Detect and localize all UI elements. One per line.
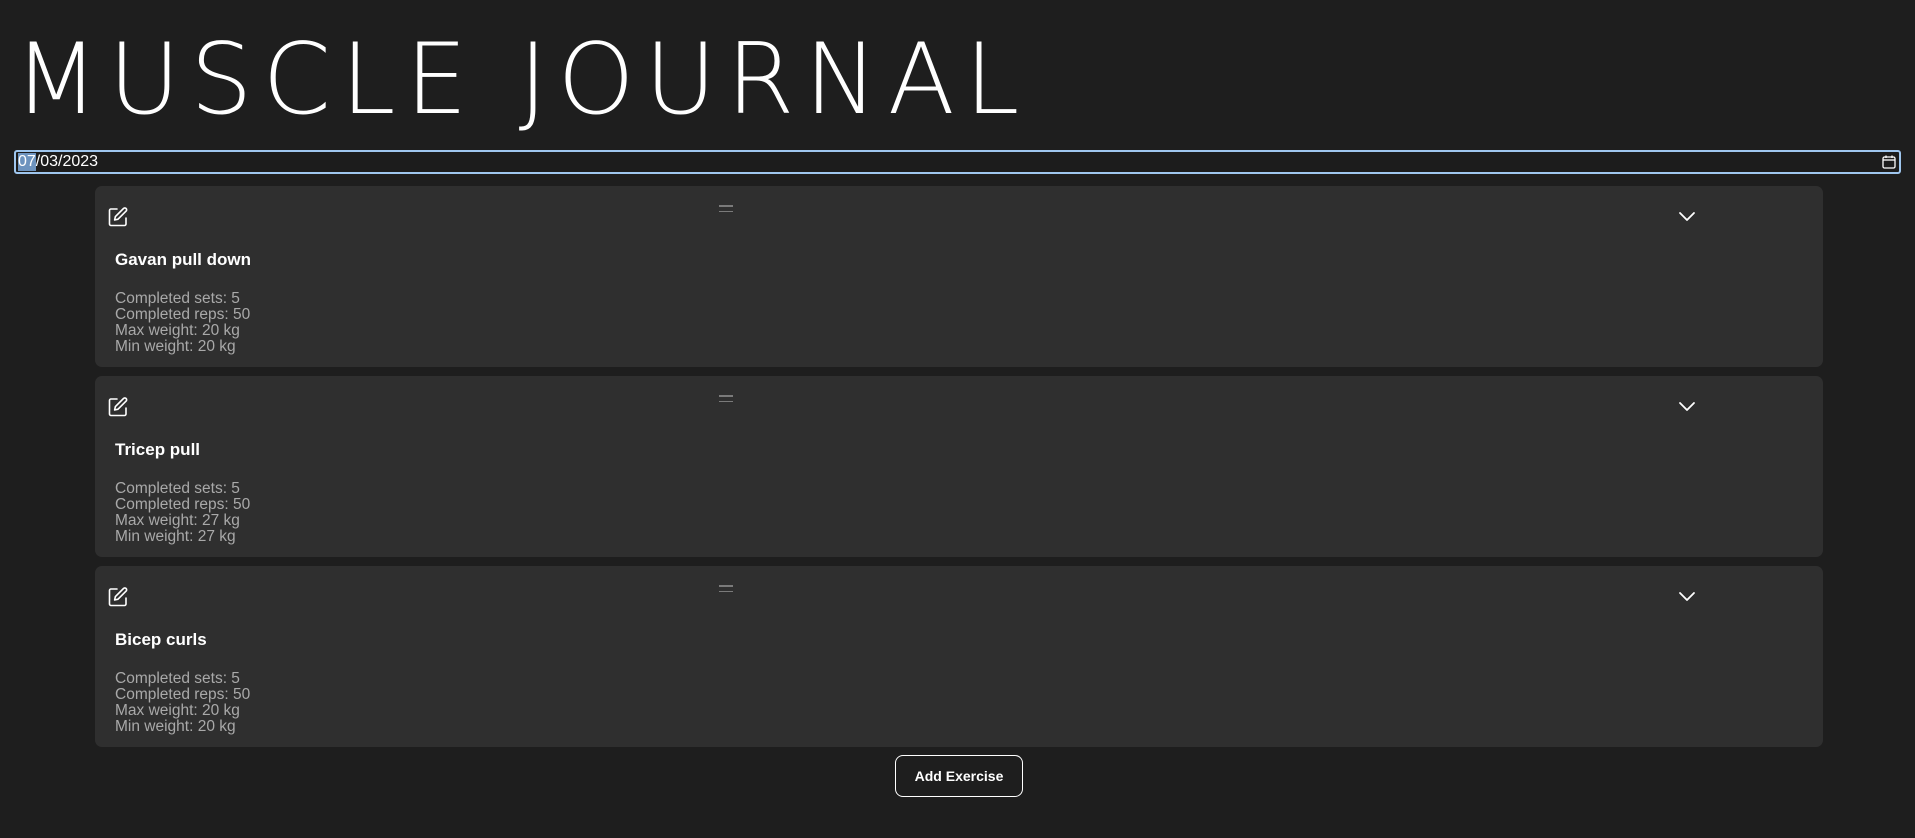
completed-sets: Completed sets: 5: [115, 480, 240, 497]
exercise-list: Gavan pull down Completed sets: 5 Comple…: [95, 186, 1823, 756]
completed-sets: Completed sets: 5: [115, 670, 240, 687]
completed-reps: Completed reps: 50: [115, 306, 251, 323]
add-exercise-button[interactable]: Add Exercise: [895, 755, 1023, 797]
chevron-down-icon[interactable]: [1677, 206, 1697, 226]
drag-handle-icon[interactable]: [719, 585, 733, 595]
exercise-stats: Completed sets: 5 Completed reps: 50 Max…: [115, 671, 250, 735]
min-weight: Min weight: 20 kg: [115, 338, 236, 355]
exercise-stats: Completed sets: 5 Completed reps: 50 Max…: [115, 481, 250, 545]
chevron-down-icon[interactable]: [1677, 396, 1697, 416]
completed-reps: Completed reps: 50: [115, 496, 251, 513]
min-weight: Min weight: 27 kg: [115, 528, 236, 545]
max-weight: Max weight: 20 kg: [115, 322, 240, 339]
app-root: MUSCLE JOURNAL 07 /03/2023 Gavan pull do…: [0, 0, 1915, 838]
app-title: MUSCLE JOURNAL: [14, 23, 1030, 137]
max-weight: Max weight: 20 kg: [115, 702, 240, 719]
completed-reps: Completed reps: 50: [115, 686, 251, 703]
exercise-card[interactable]: Bicep curls Completed sets: 5 Completed …: [95, 566, 1823, 747]
drag-handle-icon[interactable]: [719, 395, 733, 405]
edit-icon[interactable]: [107, 396, 129, 418]
exercise-name: Bicep curls: [115, 630, 207, 649]
exercise-stats: Completed sets: 5 Completed reps: 50 Max…: [115, 291, 250, 355]
chevron-down-icon[interactable]: [1677, 586, 1697, 606]
calendar-icon[interactable]: [1881, 154, 1897, 170]
exercise-name: Gavan pull down: [115, 250, 252, 269]
date-month-segment[interactable]: 07: [18, 153, 36, 171]
max-weight: Max weight: 27 kg: [115, 512, 240, 529]
min-weight: Min weight: 20 kg: [115, 718, 236, 735]
date-input[interactable]: 07 /03/2023: [14, 150, 1901, 174]
completed-sets: Completed sets: 5: [115, 290, 240, 307]
date-day-year-segments[interactable]: /03/2023: [36, 153, 98, 171]
exercise-name: Tricep pull: [115, 440, 201, 459]
exercise-card[interactable]: Tricep pull Completed sets: 5 Completed …: [95, 376, 1823, 557]
exercise-card[interactable]: Gavan pull down Completed sets: 5 Comple…: [95, 186, 1823, 367]
edit-icon[interactable]: [107, 586, 129, 608]
edit-icon[interactable]: [107, 206, 129, 228]
drag-handle-icon[interactable]: [719, 205, 733, 215]
